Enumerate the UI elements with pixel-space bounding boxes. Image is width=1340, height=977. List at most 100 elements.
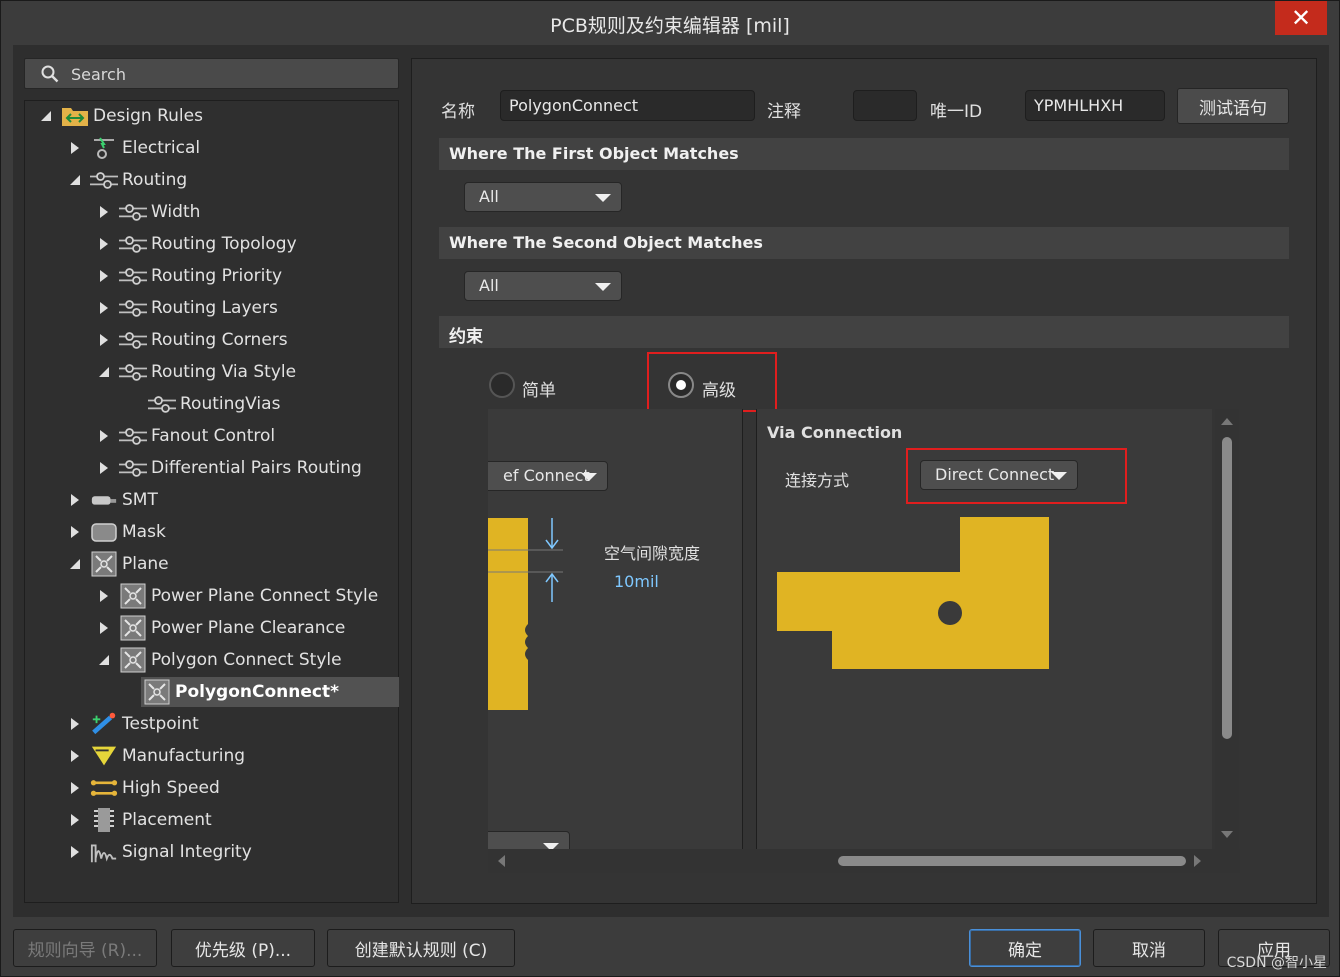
- collapsed-arrow-icon[interactable]: [97, 621, 111, 635]
- tree-item-label: Testpoint: [122, 714, 199, 734]
- tree-item[interactable]: Routing Corners: [97, 325, 288, 355]
- horizontal-scrollbar[interactable]: [488, 849, 1240, 873]
- second-object-dropdown[interactable]: All: [464, 271, 622, 301]
- tree-item[interactable]: RoutingVias: [126, 389, 280, 419]
- expanded-arrow-icon[interactable]: [68, 557, 82, 571]
- first-object-value: All: [479, 187, 499, 206]
- rule-editor-window: PCB规则及约束编辑器 [mil] ✕ Design Rules Electric…: [0, 0, 1340, 977]
- collapsed-arrow-icon[interactable]: [68, 781, 82, 795]
- expanded-arrow-icon[interactable]: [68, 173, 82, 187]
- ok-button[interactable]: 确定: [969, 929, 1081, 967]
- testpoint-icon: [90, 712, 118, 736]
- tree-item[interactable]: Signal Integrity: [68, 837, 252, 867]
- chevron-down-icon: [595, 194, 611, 202]
- routing-icon: [119, 296, 147, 320]
- electrical-icon: [90, 136, 118, 160]
- search-icon: [41, 65, 59, 83]
- name-field[interactable]: [500, 90, 755, 121]
- search-input[interactable]: [71, 63, 391, 85]
- expanded-arrow-icon[interactable]: [39, 109, 53, 123]
- tree-item[interactable]: Routing Topology: [97, 229, 297, 259]
- air-gap-diagram: [488, 518, 563, 710]
- collapsed-arrow-icon[interactable]: [68, 845, 82, 859]
- collapsed-arrow-icon[interactable]: [97, 237, 111, 251]
- tree-item[interactable]: Plane: [68, 549, 169, 579]
- tree-item-label: Fanout Control: [151, 426, 276, 446]
- vertical-scrollbar[interactable]: [1215, 409, 1239, 849]
- tree-item[interactable]: High Speed: [68, 773, 220, 803]
- tree-item[interactable]: Differential Pairs Routing: [97, 453, 362, 483]
- tree-item[interactable]: SMT: [68, 485, 158, 515]
- tree-item-label: Width: [151, 202, 201, 222]
- tree-item[interactable]: PolygonConnect*: [141, 677, 399, 707]
- collapsed-arrow-icon[interactable]: [68, 749, 82, 763]
- tree-item[interactable]: Routing Layers: [97, 293, 278, 323]
- collapsed-arrow-icon[interactable]: [97, 589, 111, 603]
- collapsed-arrow-icon[interactable]: [97, 269, 111, 283]
- tree-item-label: Routing Corners: [151, 330, 288, 350]
- tree-item-label: Differential Pairs Routing: [151, 458, 362, 478]
- mask-icon: [90, 520, 118, 544]
- close-button[interactable]: ✕: [1275, 1, 1327, 35]
- tree-item[interactable]: Power Plane Connect Style: [97, 581, 378, 611]
- routing-icon: [90, 168, 118, 192]
- priority-button[interactable]: 优先级 (P)...: [171, 929, 315, 967]
- tree-item[interactable]: Electrical: [68, 133, 200, 163]
- routing-icon: [119, 360, 147, 384]
- tree-item[interactable]: Mask: [68, 517, 166, 547]
- routing-icon: [119, 264, 147, 288]
- rule-wizard-button[interactable]: 规则向导 (R)...: [13, 929, 157, 967]
- tree-item[interactable]: Polygon Connect Style: [97, 645, 342, 675]
- tree-item[interactable]: Routing: [68, 165, 187, 195]
- test-query-button[interactable]: 测试语句: [1177, 88, 1289, 124]
- plane-icon: [143, 679, 171, 705]
- comment-field[interactable]: [853, 90, 917, 121]
- rule-tree: Design Rules Electrical Routing Width Routin…: [24, 100, 399, 903]
- create-default-rules-button[interactable]: 创建默认规则 (C): [327, 929, 515, 967]
- tree-item-label: Placement: [122, 810, 212, 830]
- via-connection-title: Via Connection: [767, 423, 903, 442]
- high-speed-icon: [90, 776, 118, 800]
- expanded-arrow-icon[interactable]: [97, 653, 111, 667]
- collapsed-arrow-icon[interactable]: [97, 333, 111, 347]
- tree-item[interactable]: Testpoint: [68, 709, 199, 739]
- search-box[interactable]: [24, 58, 399, 89]
- unique-id-field[interactable]: [1025, 90, 1165, 121]
- collapsed-arrow-icon[interactable]: [68, 525, 82, 539]
- tree-item[interactable]: Routing Priority: [97, 261, 282, 291]
- collapsed-arrow-icon[interactable]: [68, 141, 82, 155]
- collapsed-arrow-icon[interactable]: [97, 429, 111, 443]
- connect-method-label: 连接方式: [785, 471, 850, 490]
- first-object-section: Where The First Object Matches: [439, 138, 1289, 170]
- simple-radio[interactable]: [489, 372, 515, 398]
- chevron-down-icon: [595, 283, 611, 291]
- collapsed-arrow-icon[interactable]: [97, 205, 111, 219]
- tree-item-label: Power Plane Clearance: [151, 618, 346, 638]
- expanded-arrow-icon[interactable]: [97, 365, 111, 379]
- tree-item-label: Routing Via Style: [151, 362, 297, 382]
- tree-item-label: Mask: [122, 522, 166, 542]
- connect-style-dropdown[interactable]: ef Connect: [488, 461, 608, 491]
- collapsed-arrow-icon[interactable]: [68, 813, 82, 827]
- chevron-down-icon: [581, 473, 597, 481]
- collapsed-arrow-icon[interactable]: [97, 461, 111, 475]
- tree-item[interactable]: Width: [97, 197, 200, 227]
- first-object-dropdown[interactable]: All: [464, 182, 622, 212]
- tree-item[interactable]: Manufacturing: [68, 741, 245, 771]
- simple-radio-label: 简单: [522, 381, 556, 401]
- connect-style-panel: ef Connect 空气间隙宽度 10mil: [488, 409, 743, 849]
- tree-item-label: Routing Layers: [151, 298, 278, 318]
- tree-item[interactable]: Power Plane Clearance: [97, 613, 345, 643]
- lower-dropdown[interactable]: [488, 831, 570, 849]
- collapsed-arrow-icon[interactable]: [68, 493, 82, 507]
- routing-icon: [119, 424, 147, 448]
- tree-item-label: PolygonConnect*: [175, 682, 339, 702]
- tree-item[interactable]: Placement: [68, 805, 212, 835]
- collapsed-arrow-icon[interactable]: [97, 301, 111, 315]
- tree-item[interactable]: Fanout Control: [97, 421, 275, 451]
- collapsed-arrow-icon[interactable]: [68, 717, 82, 731]
- plane-icon: [119, 615, 147, 641]
- tree-item[interactable]: Routing Via Style: [97, 357, 296, 387]
- tree-item[interactable]: Design Rules: [39, 101, 203, 131]
- cancel-button[interactable]: 取消: [1093, 929, 1205, 967]
